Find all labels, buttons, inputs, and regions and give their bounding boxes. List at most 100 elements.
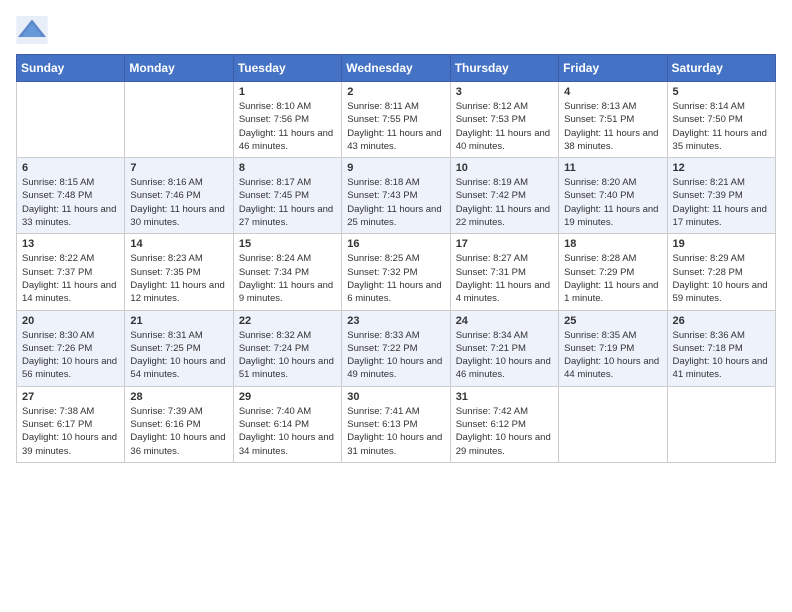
- calendar-cell: 19 Sunrise: 8:29 AM Sunset: 7:28 PM Dayli…: [667, 234, 775, 310]
- calendar-week-row: 6 Sunrise: 8:15 AM Sunset: 7:48 PM Daylig…: [17, 158, 776, 234]
- day-info: Sunrise: 8:16 AM Sunset: 7:46 PM Dayligh…: [130, 176, 227, 229]
- day-number: 18: [564, 238, 661, 250]
- day-info: Sunrise: 8:11 AM Sunset: 7:55 PM Dayligh…: [347, 100, 444, 153]
- day-number: 4: [564, 86, 661, 98]
- day-info: Sunrise: 8:20 AM Sunset: 7:40 PM Dayligh…: [564, 176, 661, 229]
- day-info: Sunrise: 8:17 AM Sunset: 7:45 PM Dayligh…: [239, 176, 336, 229]
- day-info: Sunrise: 8:25 AM Sunset: 7:32 PM Dayligh…: [347, 252, 444, 305]
- calendar-cell: 21Sunrise: 8:31 AM Sunset: 7:25 PM Dayli…: [125, 310, 233, 386]
- day-info: Sunrise: 7:38 AM Sunset: 6:17 PM Dayligh…: [22, 405, 119, 458]
- calendar-cell: 2 Sunrise: 8:11 AM Sunset: 7:55 PM Daylig…: [342, 82, 450, 158]
- day-number: 14: [130, 238, 227, 250]
- calendar-cell: 16 Sunrise: 8:25 AM Sunset: 7:32 PM Dayli…: [342, 234, 450, 310]
- day-of-week-header: Saturday: [667, 55, 775, 82]
- calendar-cell: 3 Sunrise: 8:12 AM Sunset: 7:53 PM Daylig…: [450, 82, 558, 158]
- logo-icon: [16, 16, 48, 44]
- day-info: Sunrise: 8:22 AM Sunset: 7:37 PM Dayligh…: [22, 252, 119, 305]
- calendar-week-row: 20 Sunrise: 8:30 AM Sunset: 7:26 PM Dayli…: [17, 310, 776, 386]
- day-number: 17: [456, 238, 553, 250]
- day-number: 6: [22, 162, 119, 174]
- day-info: Sunrise: 8:13 AM Sunset: 7:51 PM Dayligh…: [564, 100, 661, 153]
- calendar-cell: 7 Sunrise: 8:16 AM Sunset: 7:46 PM Daylig…: [125, 158, 233, 234]
- day-number: 13: [22, 238, 119, 250]
- day-of-week-header: Tuesday: [233, 55, 341, 82]
- calendar-cell: 9Sunrise: 8:18 AM Sunset: 7:43 PM Daylig…: [342, 158, 450, 234]
- day-number: 16: [347, 238, 444, 250]
- day-info: Sunrise: 8:29 AM Sunset: 7:28 PM Dayligh…: [673, 252, 770, 305]
- calendar-cell: 17 Sunrise: 8:27 AM Sunset: 7:31 PM Dayli…: [450, 234, 558, 310]
- day-info: Sunrise: 8:21 AM Sunset: 7:39 PM Dayligh…: [673, 176, 770, 229]
- day-info: Sunrise: 8:12 AM Sunset: 7:53 PM Dayligh…: [456, 100, 553, 153]
- day-info: Sunrise: 7:39 AM Sunset: 6:16 PM Dayligh…: [130, 405, 227, 458]
- calendar-cell: 13 Sunrise: 8:22 AM Sunset: 7:37 PM Dayli…: [17, 234, 125, 310]
- calendar-cell: [125, 82, 233, 158]
- calendar-cell: 12Sunrise: 8:21 AM Sunset: 7:39 PM Dayli…: [667, 158, 775, 234]
- calendar-cell: [17, 82, 125, 158]
- day-info: Sunrise: 8:24 AM Sunset: 7:34 PM Dayligh…: [239, 252, 336, 305]
- day-info: Sunrise: 8:33 AM Sunset: 7:22 PM Dayligh…: [347, 329, 444, 382]
- day-number: 3: [456, 86, 553, 98]
- calendar-cell: 8 Sunrise: 8:17 AM Sunset: 7:45 PM Daylig…: [233, 158, 341, 234]
- day-number: 8: [239, 162, 336, 174]
- calendar-cell: 22Sunrise: 8:32 AM Sunset: 7:24 PM Dayli…: [233, 310, 341, 386]
- day-number: 22: [239, 315, 336, 327]
- day-number: 28: [130, 391, 227, 403]
- logo: [16, 16, 50, 44]
- day-info: Sunrise: 8:31 AM Sunset: 7:25 PM Dayligh…: [130, 329, 227, 382]
- day-info: Sunrise: 8:15 AM Sunset: 7:48 PM Dayligh…: [22, 176, 119, 229]
- calendar-cell: [559, 386, 667, 462]
- day-of-week-header: Thursday: [450, 55, 558, 82]
- calendar-cell: 29 Sunrise: 7:40 AM Sunset: 6:14 PM Dayli…: [233, 386, 341, 462]
- day-info: Sunrise: 7:42 AM Sunset: 6:12 PM Dayligh…: [456, 405, 553, 458]
- day-of-week-header: Friday: [559, 55, 667, 82]
- day-info: Sunrise: 7:40 AM Sunset: 6:14 PM Dayligh…: [239, 405, 336, 458]
- day-info: Sunrise: 8:30 AM Sunset: 7:26 PM Dayligh…: [22, 329, 119, 382]
- day-number: 25: [564, 315, 661, 327]
- calendar-cell: [667, 386, 775, 462]
- day-number: 20: [22, 315, 119, 327]
- day-number: 5: [673, 86, 770, 98]
- calendar-cell: 1 Sunrise: 8:10 AM Sunset: 7:56 PM Daylig…: [233, 82, 341, 158]
- day-info: Sunrise: 8:27 AM Sunset: 7:31 PM Dayligh…: [456, 252, 553, 305]
- calendar-cell: 23 Sunrise: 8:33 AM Sunset: 7:22 PM Dayli…: [342, 310, 450, 386]
- calendar-cell: 18Sunrise: 8:28 AM Sunset: 7:29 PM Dayli…: [559, 234, 667, 310]
- calendar-cell: 20 Sunrise: 8:30 AM Sunset: 7:26 PM Dayli…: [17, 310, 125, 386]
- day-number: 30: [347, 391, 444, 403]
- calendar-cell: 5 Sunrise: 8:14 AM Sunset: 7:50 PM Daylig…: [667, 82, 775, 158]
- day-number: 29: [239, 391, 336, 403]
- calendar-cell: 6 Sunrise: 8:15 AM Sunset: 7:48 PM Daylig…: [17, 158, 125, 234]
- calendar-cell: 14Sunrise: 8:23 AM Sunset: 7:35 PM Dayli…: [125, 234, 233, 310]
- page-header: [16, 16, 776, 44]
- calendar-cell: 4 Sunrise: 8:13 AM Sunset: 7:51 PM Daylig…: [559, 82, 667, 158]
- day-number: 7: [130, 162, 227, 174]
- calendar-cell: 26 Sunrise: 8:36 AM Sunset: 7:18 PM Dayli…: [667, 310, 775, 386]
- day-of-week-header: Monday: [125, 55, 233, 82]
- day-info: Sunrise: 8:35 AM Sunset: 7:19 PM Dayligh…: [564, 329, 661, 382]
- day-info: Sunrise: 8:18 AM Sunset: 7:43 PM Dayligh…: [347, 176, 444, 229]
- day-number: 19: [673, 238, 770, 250]
- day-number: 31: [456, 391, 553, 403]
- day-info: Sunrise: 8:19 AM Sunset: 7:42 PM Dayligh…: [456, 176, 553, 229]
- day-info: Sunrise: 8:10 AM Sunset: 7:56 PM Dayligh…: [239, 100, 336, 153]
- calendar-week-row: 27 Sunrise: 7:38 AM Sunset: 6:17 PM Dayli…: [17, 386, 776, 462]
- day-number: 2: [347, 86, 444, 98]
- calendar-cell: 28 Sunrise: 7:39 AM Sunset: 6:16 PM Dayli…: [125, 386, 233, 462]
- calendar-cell: 15 Sunrise: 8:24 AM Sunset: 7:34 PM Dayli…: [233, 234, 341, 310]
- day-number: 27: [22, 391, 119, 403]
- day-number: 24: [456, 315, 553, 327]
- day-info: Sunrise: 8:34 AM Sunset: 7:21 PM Dayligh…: [456, 329, 553, 382]
- day-number: 15: [239, 238, 336, 250]
- day-number: 26: [673, 315, 770, 327]
- calendar-table: SundayMondayTuesdayWednesdayThursdayFrid…: [16, 54, 776, 463]
- day-number: 23: [347, 315, 444, 327]
- day-info: Sunrise: 8:36 AM Sunset: 7:18 PM Dayligh…: [673, 329, 770, 382]
- day-number: 10: [456, 162, 553, 174]
- day-info: Sunrise: 8:14 AM Sunset: 7:50 PM Dayligh…: [673, 100, 770, 153]
- calendar-cell: 10 Sunrise: 8:19 AM Sunset: 7:42 PM Dayli…: [450, 158, 558, 234]
- calendar-week-row: 13 Sunrise: 8:22 AM Sunset: 7:37 PM Dayli…: [17, 234, 776, 310]
- calendar-cell: 11Sunrise: 8:20 AM Sunset: 7:40 PM Dayli…: [559, 158, 667, 234]
- calendar-cell: 30Sunrise: 7:41 AM Sunset: 6:13 PM Dayli…: [342, 386, 450, 462]
- calendar-header-row: SundayMondayTuesdayWednesdayThursdayFrid…: [17, 55, 776, 82]
- day-number: 1: [239, 86, 336, 98]
- day-of-week-header: Wednesday: [342, 55, 450, 82]
